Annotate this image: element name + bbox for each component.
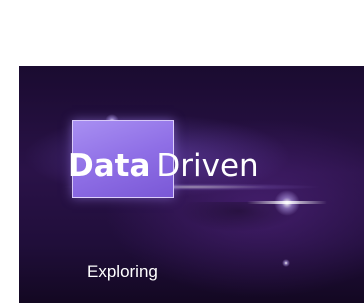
subtitle-text: Exploring: [87, 262, 158, 281]
light-streak-right: [247, 201, 327, 204]
title-word-data: Data: [68, 148, 151, 184]
title-text: Data Driven: [68, 148, 259, 184]
title-word-driven: Driven: [156, 148, 259, 184]
lens-flare-small: [282, 259, 290, 267]
title-card-frame: Data Driven Exploring: [19, 66, 364, 303]
